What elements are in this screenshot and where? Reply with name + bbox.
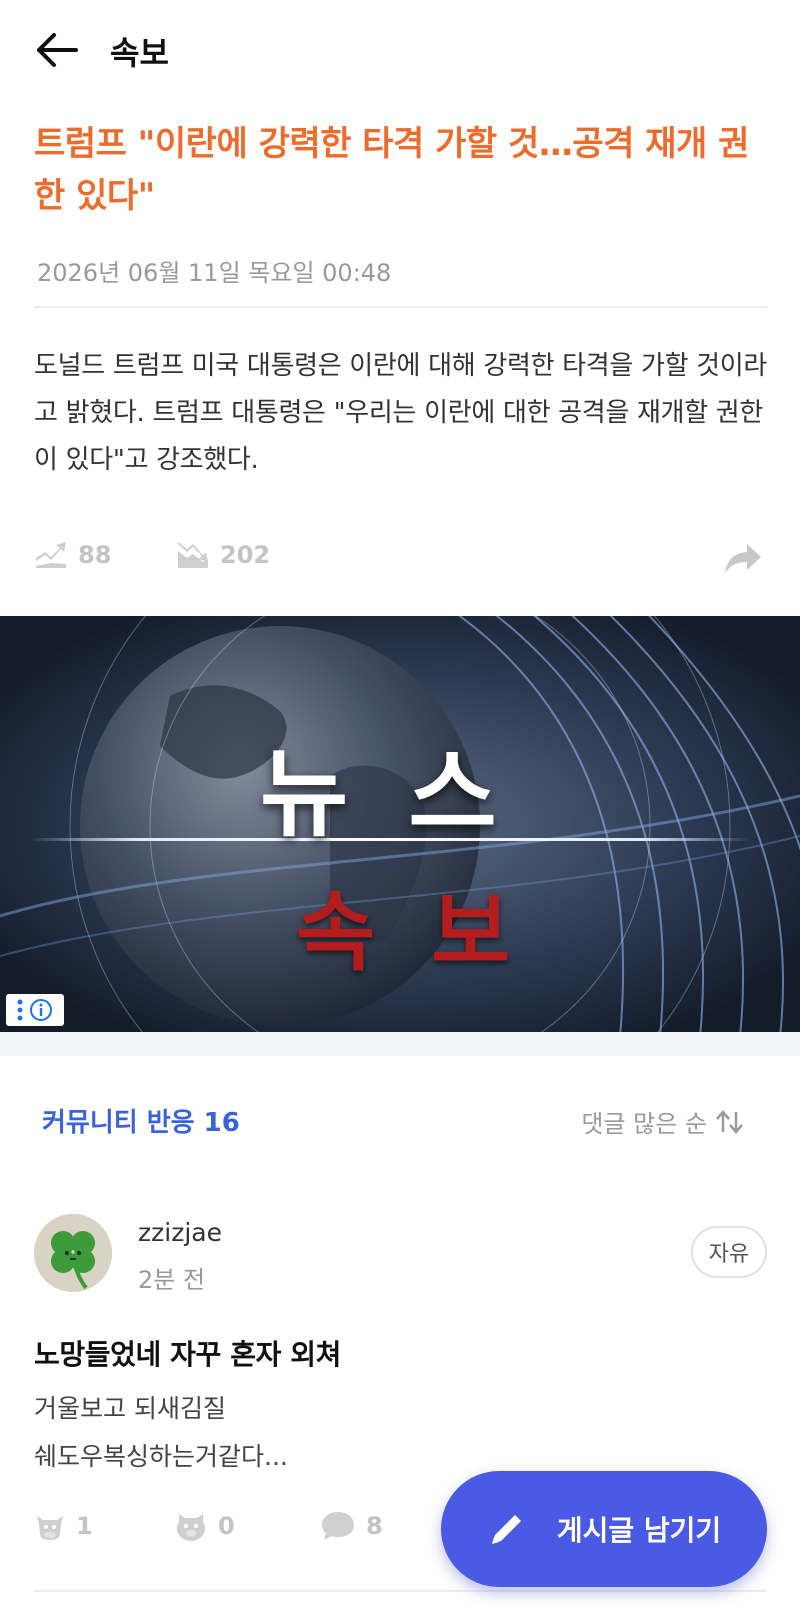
sort-arrows-icon bbox=[716, 1109, 743, 1134]
ad-badge[interactable] bbox=[6, 994, 64, 1026]
trend-up-stat[interactable]: 88 bbox=[34, 540, 111, 570]
article-stats: 88 202 bbox=[34, 540, 767, 584]
banner-breaking-text: 속보 bbox=[296, 883, 567, 983]
article-date: 2026년 06월 11일 목요일 00:48 bbox=[37, 259, 392, 287]
trend-down-icon bbox=[178, 542, 208, 568]
like-reaction[interactable]: 1 bbox=[34, 1510, 93, 1542]
ad-info-icon bbox=[30, 999, 52, 1021]
section-separator bbox=[0, 1032, 800, 1056]
post-title[interactable]: 노망들었네 자꾸 혼자 외쳐 bbox=[34, 1333, 341, 1373]
comment-bubble-icon bbox=[322, 1512, 354, 1540]
trend-up-count: 88 bbox=[78, 541, 112, 569]
write-post-label: 게시글 남기기 bbox=[556, 1514, 722, 1547]
sort-label: 댓글 많은 순 bbox=[581, 1110, 707, 1138]
pig-icon bbox=[177, 1514, 205, 1541]
avatar[interactable] bbox=[34, 1214, 112, 1292]
top-bar: 속보 bbox=[0, 0, 800, 100]
like-count: 1 bbox=[76, 1512, 93, 1540]
breaking-news-banner[interactable]: 뉴스 속보 bbox=[0, 616, 800, 1032]
pencil-icon bbox=[491, 1515, 521, 1544]
banner-news-text: 뉴스 bbox=[260, 738, 557, 850]
share-button[interactable] bbox=[723, 540, 767, 584]
trend-down-stat[interactable]: 202 bbox=[176, 540, 270, 570]
post-category-tag[interactable]: 자유 bbox=[691, 1226, 767, 1278]
divider bbox=[34, 306, 767, 308]
trend-up-icon bbox=[36, 542, 66, 568]
clover-avatar bbox=[34, 1214, 112, 1292]
post-body-line: 쉐도우복싱하는거같다... bbox=[34, 1442, 288, 1471]
write-post-button[interactable]: 게시글 남기기 bbox=[441, 1471, 767, 1587]
cow-icon bbox=[37, 1516, 63, 1540]
back-button[interactable] bbox=[32, 26, 80, 74]
post-username[interactable]: zzizjae bbox=[138, 1218, 222, 1247]
post-time: 2분 전 bbox=[138, 1266, 206, 1294]
post-body[interactable]: 거울보고 되새김질 쉐도우복싱하는거같다... bbox=[34, 1385, 288, 1481]
dislike-reaction[interactable]: 0 bbox=[174, 1510, 235, 1542]
article-title: 트럼프 "이란에 강력한 타격 가할 것…공격 재개 권한 있다" bbox=[34, 124, 749, 216]
post-body-line: 거울보고 되새김질 bbox=[34, 1394, 226, 1423]
divider bbox=[34, 1590, 767, 1592]
article-body: 도널드 트럼프 미국 대통령은 이란에 대해 강력한 타격을 가할 것이라고 밝… bbox=[34, 351, 768, 475]
sort-button[interactable]: 댓글 많은 순 bbox=[581, 1104, 745, 1139]
community-header: 커뮤니티 반응 16 bbox=[42, 1108, 240, 1138]
comment-count: 8 bbox=[366, 1512, 383, 1540]
comment-reaction[interactable]: 8 bbox=[320, 1510, 383, 1542]
page-title: 속보 bbox=[110, 34, 169, 72]
ad-menu-icon bbox=[17, 999, 23, 1021]
share-arrow-icon bbox=[725, 544, 761, 573]
back-arrow-icon bbox=[37, 33, 78, 67]
trend-down-count: 202 bbox=[220, 541, 271, 569]
dislike-count: 0 bbox=[218, 1512, 235, 1540]
